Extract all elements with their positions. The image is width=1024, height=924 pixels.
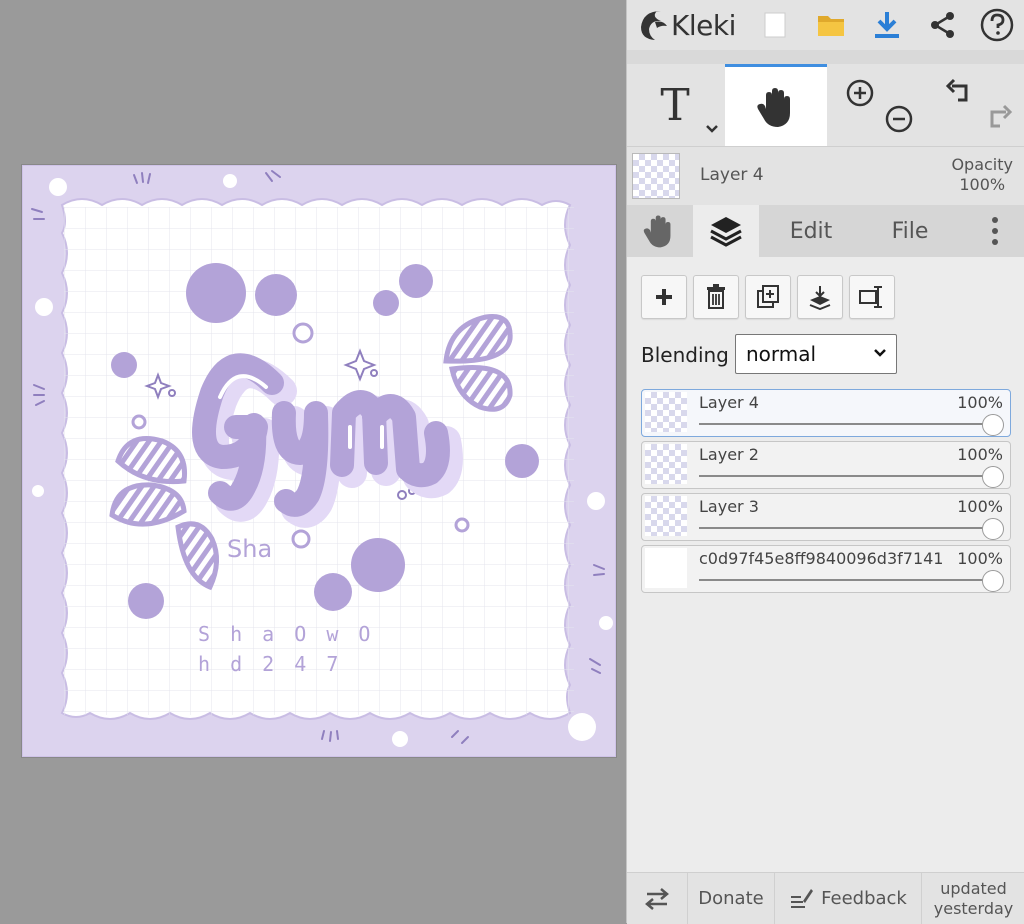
undo-icon bbox=[945, 78, 968, 102]
save-button[interactable] bbox=[867, 6, 907, 44]
toolbar-separator bbox=[627, 50, 1024, 64]
updated-link[interactable]: updated yesterday bbox=[922, 873, 1024, 924]
tab-more[interactable] bbox=[975, 205, 1015, 257]
layer-thumbnail bbox=[645, 548, 687, 588]
layer-name: Layer 2 bbox=[699, 445, 759, 464]
share-icon bbox=[931, 12, 954, 38]
updated-line2: yesterday bbox=[933, 898, 1014, 918]
tab-layers[interactable] bbox=[693, 205, 759, 257]
layer-opacity: 100% bbox=[957, 393, 1003, 412]
layers-pane: Blending normal Layer 4 100% Layer 2 100% La… bbox=[627, 257, 1024, 872]
layer-name: Layer 4 bbox=[699, 393, 759, 412]
help-button[interactable] bbox=[977, 6, 1017, 44]
chevron-down-icon bbox=[874, 349, 886, 357]
tab-file[interactable]: File bbox=[865, 205, 955, 257]
zoom-in-icon bbox=[846, 79, 874, 107]
layer-opacity-handle[interactable] bbox=[982, 414, 1004, 436]
swap-icon bbox=[645, 887, 669, 910]
footer-bar: Donate Feedback updated yesterday bbox=[627, 872, 1024, 924]
artwork-credit-line1: S h a O w O bbox=[198, 622, 374, 646]
blending-value: normal bbox=[746, 342, 817, 366]
zoom-out-icon bbox=[885, 105, 913, 133]
side-panel: Kleki T Layer 4 Opacity 100% Edit File B… bbox=[626, 0, 1024, 924]
drawing-canvas[interactable]: Sha S h a O w O h d 2 4 7 bbox=[22, 165, 616, 757]
add-layer-button[interactable] bbox=[641, 275, 687, 319]
layer-opacity-handle[interactable] bbox=[982, 466, 1004, 488]
layer-opacity-slider[interactable] bbox=[699, 579, 996, 581]
layer-thumbnail bbox=[645, 496, 687, 536]
redo-icon bbox=[990, 104, 1013, 128]
tab-hand[interactable] bbox=[627, 205, 691, 257]
hand-icon bbox=[643, 215, 671, 248]
feedback-label: Feedback bbox=[821, 888, 907, 909]
delete-layer-button[interactable] bbox=[693, 275, 739, 319]
chevron-down-icon[interactable] bbox=[705, 124, 719, 134]
text-tool-button[interactable]: T bbox=[627, 64, 723, 146]
layer-opacity-slider[interactable] bbox=[699, 423, 996, 425]
layer-opacity-handle[interactable] bbox=[982, 570, 1004, 592]
opacity-value: 100% bbox=[959, 175, 1006, 194]
text-tool-icon: T bbox=[660, 79, 690, 131]
merge-down-button[interactable] bbox=[797, 275, 843, 319]
merge-down-icon bbox=[809, 286, 831, 310]
blending-label: Blending bbox=[641, 343, 729, 367]
layer-row[interactable]: Layer 3 100% bbox=[641, 493, 1011, 541]
new-file-button[interactable] bbox=[755, 6, 795, 44]
layer-opacity-slider[interactable] bbox=[699, 527, 996, 529]
layer-thumbnail bbox=[645, 392, 687, 432]
swap-sides-button[interactable] bbox=[627, 873, 688, 924]
workspace[interactable]: Sha S h a O w O h d 2 4 7 bbox=[0, 0, 626, 923]
artwork: Sha S h a O w O h d 2 4 7 bbox=[22, 165, 616, 757]
help-icon bbox=[980, 8, 1014, 42]
tab-edit[interactable]: Edit bbox=[767, 205, 855, 257]
current-layer-thumbnail bbox=[632, 153, 680, 199]
panel-tabs: Edit File bbox=[627, 205, 1024, 257]
plus-icon bbox=[656, 289, 672, 305]
layer-opacity: 100% bbox=[957, 497, 1003, 516]
layer-name: c0d97f45e8ff9840096d3f7141 bbox=[699, 549, 944, 568]
open-file-button[interactable] bbox=[811, 6, 851, 44]
layer-name: Layer 3 bbox=[699, 497, 759, 516]
artwork-subtitle: Sha bbox=[227, 535, 272, 563]
layer-row[interactable]: Layer 2 100% bbox=[641, 441, 1011, 489]
blending-select[interactable]: normal bbox=[735, 334, 897, 374]
current-layer-info: Layer 4 Opacity 100% bbox=[627, 147, 1024, 203]
layer-row[interactable]: c0d97f45e8ff9840096d3f7141 100% bbox=[641, 545, 1011, 593]
new-file-icon bbox=[764, 12, 786, 38]
current-layer-name: Layer 4 bbox=[700, 165, 764, 185]
download-icon bbox=[875, 12, 899, 38]
duplicate-icon bbox=[757, 285, 779, 308]
feedback-button[interactable]: Feedback bbox=[775, 873, 922, 924]
artwork-credit-line2: h d 2 4 7 bbox=[198, 652, 342, 676]
trash-icon bbox=[707, 284, 725, 309]
current-layer-opacity: Opacity 100% bbox=[951, 155, 1013, 195]
layer-thumbnail bbox=[645, 444, 687, 484]
donate-button[interactable]: Donate bbox=[688, 873, 775, 924]
updated-line1: updated bbox=[940, 878, 1007, 898]
opacity-label: Opacity bbox=[951, 155, 1013, 174]
duplicate-layer-button[interactable] bbox=[745, 275, 791, 319]
layer-opacity: 100% bbox=[957, 445, 1003, 464]
rename-layer-button[interactable] bbox=[849, 275, 895, 319]
share-button[interactable] bbox=[923, 6, 963, 44]
more-vertical-icon bbox=[992, 217, 998, 245]
hand-icon bbox=[757, 87, 790, 127]
kleki-logo[interactable]: Kleki bbox=[639, 6, 736, 44]
layer-opacity: 100% bbox=[957, 549, 1003, 568]
top-toolbar: Kleki bbox=[627, 0, 1024, 50]
rename-icon bbox=[859, 286, 882, 308]
layer-opacity-handle[interactable] bbox=[982, 518, 1004, 540]
folder-icon bbox=[818, 16, 844, 36]
layer-row[interactable]: Layer 4 100% bbox=[641, 389, 1011, 437]
tool-row: T bbox=[627, 64, 1024, 147]
undo-button[interactable] bbox=[939, 64, 979, 160]
hand-tool-button[interactable] bbox=[725, 64, 827, 146]
feedback-icon bbox=[791, 888, 814, 908]
layer-opacity-slider[interactable] bbox=[699, 475, 996, 477]
app-name: Kleki bbox=[671, 8, 736, 42]
layers-icon bbox=[710, 217, 742, 247]
kleki-logo-icon bbox=[641, 11, 667, 40]
